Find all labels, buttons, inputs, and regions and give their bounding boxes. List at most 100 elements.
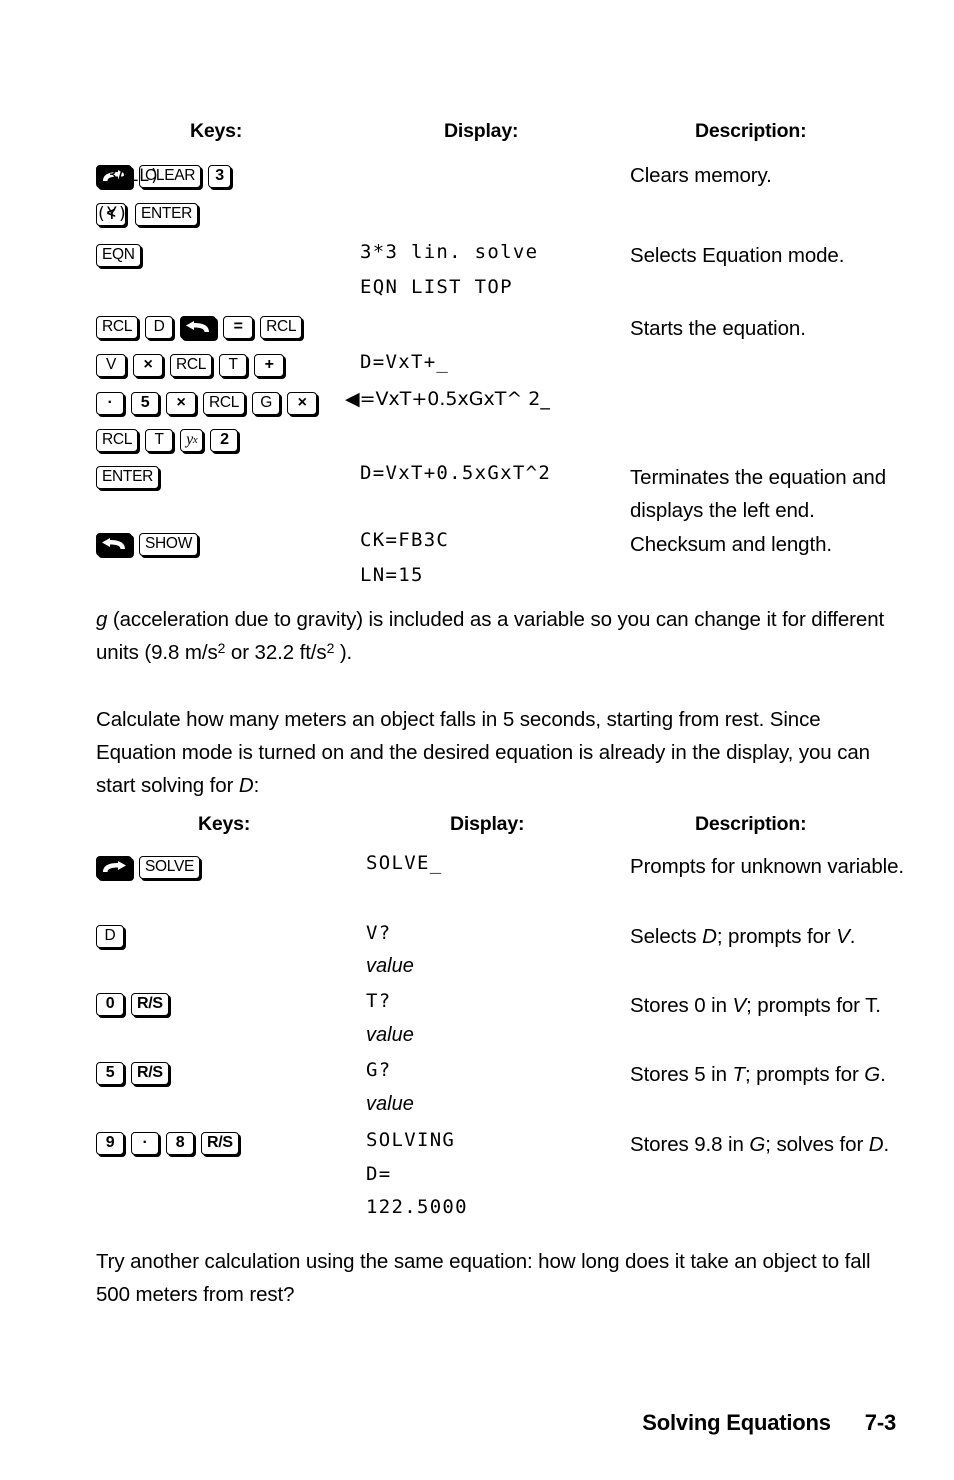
desc-clears-memory: Clears memory.	[630, 164, 772, 187]
backspace-arrow-icon	[186, 320, 210, 332]
letter-d-key[interactable]: D	[145, 315, 174, 339]
enter-key[interactable]: ENTER	[135, 202, 199, 226]
letter-g-key[interactable]: G	[252, 391, 281, 415]
keyrow-eqn: EQN	[96, 242, 148, 268]
letter-v-key[interactable]: V	[96, 353, 126, 377]
table1-header-keys: Keys:	[190, 120, 243, 142]
power-yx-key[interactable]: yx	[180, 428, 204, 452]
table1-header-description: Description:	[695, 120, 807, 142]
display-t-value: value	[366, 1024, 414, 1046]
desc-stores-98-p0: Stores 9.8 in	[630, 1133, 750, 1156]
rcl-key[interactable]: RCL	[96, 315, 139, 339]
desc-stores-98-var2: D	[868, 1133, 884, 1156]
desc-stores-0: Stores 0 in V; prompts for T.	[630, 989, 930, 1022]
keyrow-clear-all-line1: CLEAR 3 (3ALL)	[96, 163, 238, 189]
var-g: g	[96, 608, 108, 631]
calc-intro-colon: :	[253, 774, 260, 797]
desc-stores-5-p2: ; prompts for	[744, 1063, 865, 1086]
letter-t-key-2[interactable]: T	[145, 428, 174, 452]
decimal-point-key[interactable]: ·	[96, 391, 124, 415]
gravity-note-text-2: or 32.2 ft/s	[225, 641, 327, 664]
display-solve-prompt: SOLVE_	[366, 852, 443, 874]
digit-3-key[interactable]: 3	[208, 164, 231, 188]
decimal-point-key-2[interactable]: ·	[131, 1131, 159, 1155]
display-g-value: value	[366, 1093, 414, 1115]
desc-checksum-length: Checksum and length.	[630, 533, 832, 556]
desc-selects-d-p2: ; prompts for	[716, 925, 837, 948]
manual-page: Keys: Display: Description: CLEAR 3 (3AL…	[0, 0, 954, 1480]
display-length: LN=15	[360, 564, 424, 586]
letter-d-key-2[interactable]: D	[96, 924, 124, 948]
display-equation-scrolled: ◀=VxT+0.5xGxT^ 2_	[345, 388, 550, 410]
digit-5-key[interactable]: 5	[131, 391, 159, 415]
backspace-key[interactable]	[180, 315, 217, 339]
keyrow-store-5: 5 R/S	[96, 1060, 176, 1086]
right-shift-key-2[interactable]	[96, 855, 132, 879]
display-v-value: value	[366, 955, 414, 977]
digit-8-key[interactable]: 8	[166, 1131, 194, 1155]
clear-all-annotation: (3ALL)	[96, 166, 161, 186]
run-stop-key[interactable]: R/S	[131, 992, 169, 1016]
show-key[interactable]: SHOW	[139, 532, 199, 556]
paragraph-gravity-note: g (acceleration due to gravity) is inclu…	[96, 603, 896, 669]
desc-stores-0-p2: ; prompts for T.	[746, 994, 881, 1017]
display-v-prompt: V?	[366, 922, 392, 944]
paragraph-closing: Try another calculation using the same e…	[96, 1250, 871, 1306]
digit-5-key-2[interactable]: 5	[96, 1061, 124, 1085]
letter-t-key[interactable]: T	[219, 353, 248, 377]
keyrow-enter: ENTER	[96, 464, 166, 490]
keyrow-solve: SOLVE	[96, 854, 207, 880]
enter-key-2[interactable]: ENTER	[96, 465, 160, 489]
desc-selects-d-p4: .	[849, 925, 856, 948]
desc-stores-5-var1: T	[732, 1063, 746, 1086]
keyrow-equation-line2: V × RCL T +	[96, 352, 291, 378]
equals-key[interactable]: =	[223, 315, 254, 339]
rcl-key-2[interactable]: RCL	[260, 315, 303, 339]
gravity-note-text-1: (acceleration due to gravity) is include…	[96, 608, 885, 664]
digit-2-key[interactable]: 2	[210, 428, 239, 452]
multiply-key-2[interactable]: ×	[166, 391, 196, 415]
table1-header-display: Display:	[444, 120, 519, 142]
footer-chapter-title: Solving Equations	[642, 1410, 831, 1435]
keyrow-equation-line4: RCL T yx 2	[96, 427, 245, 453]
plus-key[interactable]: +	[254, 353, 285, 377]
run-stop-key-2[interactable]: R/S	[131, 1061, 169, 1085]
desc-stores-5-var2: G	[864, 1063, 881, 1086]
table2-header-description: Description:	[695, 813, 807, 835]
desc-selects-d-var1: D	[702, 925, 717, 948]
keyrow-store-98: 9 · 8 R/S	[96, 1130, 246, 1156]
digit-0-key[interactable]: 0	[96, 992, 124, 1016]
multiply-key[interactable]: ×	[133, 353, 163, 377]
display-result-label: D=	[366, 1163, 392, 1185]
rcl-key-4[interactable]: RCL	[203, 391, 246, 415]
desc-stores-5-p0: Stores 5 in	[630, 1063, 733, 1086]
desc-stores-98: Stores 9.8 in G; solves for D.	[630, 1128, 930, 1161]
desc-stores-98-p4: .	[883, 1133, 890, 1156]
desc-stores-0-var1: V	[732, 994, 747, 1017]
page-footer: Solving Equations 7-3	[642, 1410, 896, 1436]
keyrow-store-0: 0 R/S	[96, 991, 176, 1017]
paragraph-calculate-intro: Calculate how many meters an object fall…	[96, 703, 901, 802]
desc-stores-98-p2: ; solves for	[765, 1133, 869, 1156]
desc-stores-5-p4: .	[880, 1063, 886, 1086]
multiply-key-3[interactable]: ×	[287, 391, 318, 415]
desc-stores-5: Stores 5 in T; prompts for G.	[630, 1058, 930, 1091]
table2-header-display: Display:	[450, 813, 525, 835]
eqn-key[interactable]: EQN	[96, 243, 141, 267]
desc-prompts-unknown: Prompts for unknown variable.	[630, 855, 904, 878]
rcl-key-3[interactable]: RCL	[170, 353, 213, 377]
solve-key[interactable]: SOLVE	[139, 855, 201, 879]
run-stop-key-3[interactable]: R/S	[201, 1131, 239, 1155]
display-solving: SOLVING	[366, 1129, 456, 1151]
display-eqn-line2: EQN LIST TOP	[360, 276, 513, 298]
desc-selects-d: Selects D; prompts for V.	[630, 920, 930, 953]
yes-annotation: (Y)	[96, 204, 129, 224]
display-equation-partial: D=VxT+_	[360, 351, 450, 373]
table2-header-keys: Keys:	[198, 813, 251, 835]
keyrow-show: SHOW	[96, 531, 205, 557]
digit-9-key[interactable]: 9	[96, 1131, 124, 1155]
rcl-key-5[interactable]: RCL	[96, 428, 139, 452]
backspace-key-2[interactable]	[96, 532, 132, 556]
keyrow-equation-line3: · 5 × RCL G ×	[96, 390, 324, 416]
display-t-prompt: T?	[366, 990, 392, 1012]
